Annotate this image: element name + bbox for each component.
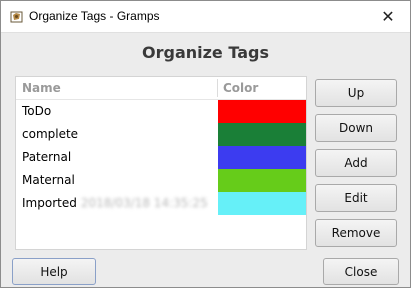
up-button[interactable]: Up <box>315 79 397 107</box>
tag-color-swatch <box>218 123 306 146</box>
tag-color-swatch <box>218 146 306 169</box>
tag-name: Imported 2018/03/18 14:35:25 <box>22 196 208 210</box>
down-button[interactable]: Down <box>315 114 397 142</box>
tag-row-todo[interactable]: ToDo <box>16 100 306 123</box>
tag-name: ToDo <box>22 104 52 118</box>
close-icon[interactable]: ✕ <box>366 1 410 32</box>
window-title: Organize Tags - Gramps <box>29 9 160 23</box>
add-button[interactable]: Add <box>315 149 397 177</box>
organize-tags-dialog: Organize Tags - Gramps ✕ Organize Tags N… <box>0 0 411 288</box>
tag-row-maternal[interactable]: Maternal <box>16 169 306 192</box>
tag-row-complete[interactable]: complete <box>16 123 306 146</box>
column-header-color[interactable]: Color <box>223 81 258 95</box>
dialog-heading: Organize Tags <box>142 43 269 62</box>
column-separator <box>217 79 218 97</box>
tag-name-suffix-blurred: 2018/03/18 14:35:25 <box>80 196 208 210</box>
list-header: Name Color <box>16 77 306 100</box>
remove-button[interactable]: Remove <box>315 219 397 247</box>
tag-name: Paternal <box>22 150 72 164</box>
close-button[interactable]: Close <box>323 258 399 285</box>
column-header-name[interactable]: Name <box>22 81 61 95</box>
help-button[interactable]: Help <box>12 258 96 285</box>
gramps-app-icon <box>10 11 23 23</box>
tag-row-imported[interactable]: Imported 2018/03/18 14:35:25 <box>16 192 306 215</box>
edit-button[interactable]: Edit <box>315 184 397 212</box>
tag-row-paternal[interactable]: Paternal <box>16 146 306 169</box>
tag-name: complete <box>22 127 79 141</box>
tag-color-swatch <box>218 100 306 123</box>
tag-name-text: Imported <box>22 196 77 210</box>
tag-name: Maternal <box>22 173 75 187</box>
tags-list[interactable]: Name Color ToDo complete Paternal Matern… <box>15 76 307 250</box>
title-bar: Organize Tags - Gramps ✕ <box>1 1 410 33</box>
tag-color-swatch <box>218 169 306 192</box>
tag-color-swatch <box>218 192 306 215</box>
